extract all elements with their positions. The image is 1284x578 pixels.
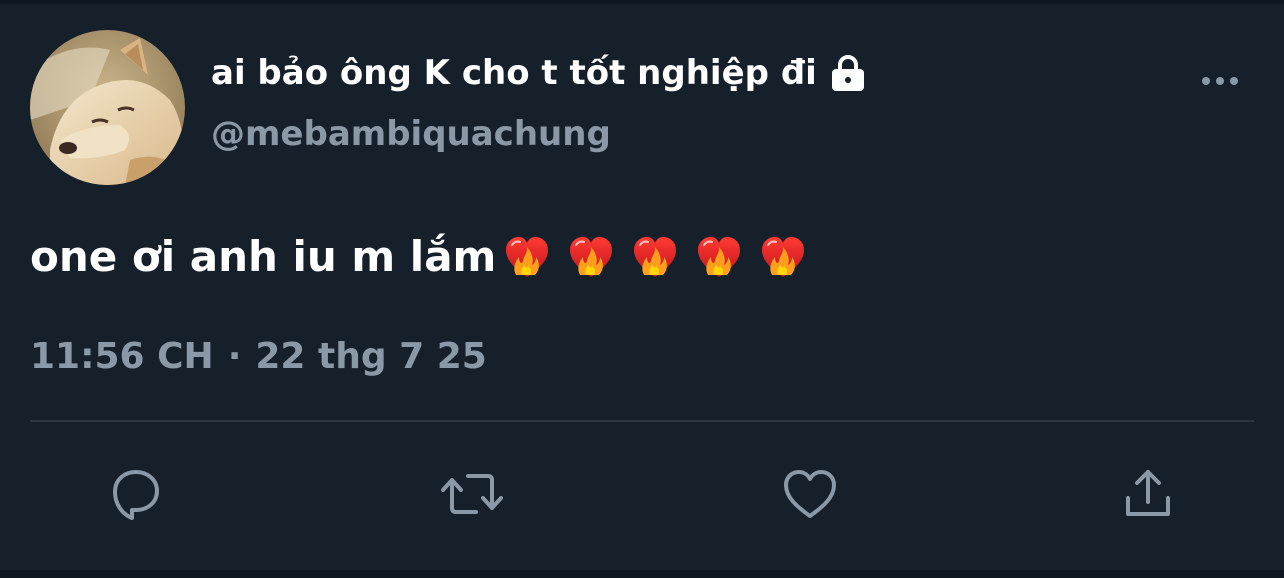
reply-icon: [113, 470, 159, 520]
heart-icon: [784, 470, 836, 518]
retweet-button[interactable]: [440, 462, 504, 526]
heart-on-fire-emoji: [502, 231, 552, 281]
user-handle[interactable]: @mebambiquachung: [211, 114, 611, 154]
heart-on-fire-emoji: [694, 231, 744, 281]
top-border: [0, 0, 1284, 4]
heart-on-fire-emoji: [758, 231, 808, 281]
meta-separator: ·: [227, 336, 242, 377]
avatar[interactable]: [30, 30, 185, 185]
like-button[interactable]: [778, 462, 842, 526]
lock-icon: [827, 52, 869, 94]
display-name-row: ai bảo ông K cho t tốt nghiệp đi: [211, 50, 869, 96]
divider: [30, 420, 1254, 422]
tweet-timestamp[interactable]: 11:56 CH · 22 thg 7 25: [30, 336, 487, 377]
more-button[interactable]: [1196, 66, 1244, 96]
display-name[interactable]: ai bảo ông K cho t tốt nghiệp đi: [211, 53, 817, 93]
tweet-text: one ơi anh iu m lắm: [30, 226, 808, 286]
heart-on-fire-emoji: [566, 231, 616, 281]
emoji-group: [502, 231, 808, 281]
reply-button[interactable]: [103, 462, 167, 526]
share-button[interactable]: [1116, 462, 1180, 526]
tweet-body: one ơi anh iu m lắm: [30, 231, 497, 281]
tweet-date: 22 thg 7 25: [255, 336, 487, 377]
share-icon: [1126, 470, 1170, 516]
tweet-time: 11:56 CH: [30, 336, 214, 377]
dog-avatar-image: [30, 30, 185, 185]
heart-on-fire-emoji: [630, 231, 680, 281]
bottom-border: [0, 570, 1284, 578]
more-dots-icon: [1202, 77, 1238, 85]
retweet-icon: [441, 474, 503, 514]
